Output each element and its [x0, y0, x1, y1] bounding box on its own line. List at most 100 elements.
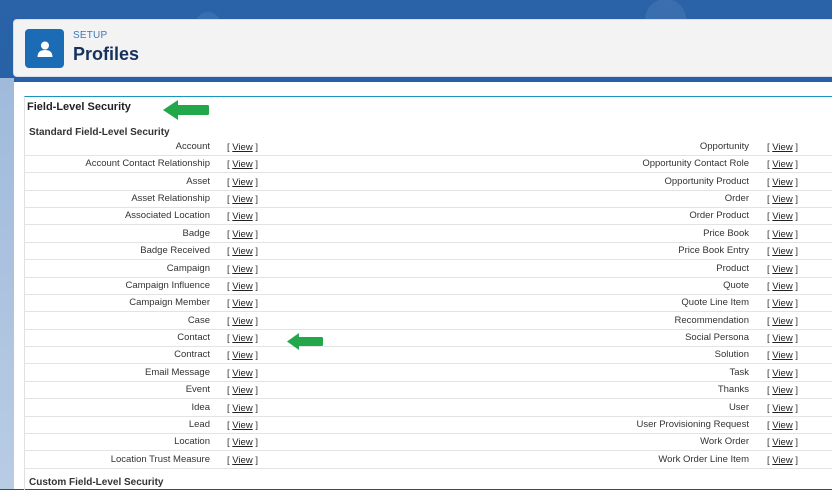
table-row: Badge [ View ] Price Book [ View ] [24, 226, 832, 243]
bracket-open: [ [227, 298, 230, 310]
left-view-link[interactable]: View [232, 264, 252, 275]
left-view-link[interactable]: View [232, 385, 252, 396]
right-view-link[interactable]: View [772, 177, 792, 188]
right-object-label: Task [729, 366, 749, 378]
left-object-label: Email Message [145, 366, 210, 378]
bracket-open: [ [767, 142, 770, 153]
left-view-cell: [ View ] [227, 281, 258, 292]
right-view-cell: [ View ] [767, 437, 798, 448]
page-title: Profiles [73, 44, 140, 64]
right-view-link[interactable]: View [772, 142, 792, 153]
bracket-close: ] [255, 228, 258, 240]
left-object-label: Campaign Member [129, 297, 210, 309]
left-view-cell: [ View ] [227, 142, 258, 153]
left-view-link[interactable]: View [232, 350, 252, 361]
right-view-link[interactable]: View [772, 159, 792, 170]
bracket-close: ] [795, 298, 798, 310]
table-row: Contract [ View ] Solution [ View ] [24, 347, 832, 365]
bracket-open: [ [767, 246, 770, 258]
table-row: Campaign Member [ View ] Quote Line Item [ … [24, 295, 832, 313]
bracket-open: [ [227, 142, 230, 153]
user-profile-icon [25, 29, 64, 68]
right-view-link[interactable]: View [772, 437, 792, 448]
left-object-label: Location Trust Measure [110, 453, 210, 465]
left-view-link[interactable]: View [232, 403, 252, 414]
custom-fls-title: Custom Field-Level Security [29, 477, 164, 488]
left-object-label: Campaign Influence [125, 279, 211, 291]
left-view-link[interactable]: View [232, 159, 252, 170]
right-view-link[interactable]: View [772, 385, 792, 396]
bracket-open: [ [227, 367, 230, 379]
right-view-cell: [ View ] [767, 316, 798, 327]
left-view-link[interactable]: View [232, 229, 252, 240]
left-view-link[interactable]: View [232, 368, 252, 379]
left-object-label: Badge [182, 227, 210, 239]
bracket-open: [ [227, 437, 230, 449]
bracket-close: ] [255, 454, 258, 466]
left-object-label: Contract [174, 349, 210, 361]
right-view-link[interactable]: View [772, 368, 792, 379]
right-view-link[interactable]: View [772, 264, 792, 275]
bracket-close: ] [795, 419, 798, 431]
right-view-link[interactable]: View [772, 403, 792, 414]
left-view-link[interactable]: View [232, 177, 252, 188]
left-object-label: Account [175, 141, 210, 152]
right-view-link[interactable]: View [772, 350, 792, 361]
right-object-label: Order [724, 193, 749, 205]
bracket-close: ] [795, 176, 798, 188]
left-view-cell: [ View ] [227, 229, 258, 240]
right-view-link[interactable]: View [772, 194, 792, 205]
right-view-link[interactable]: View [772, 281, 792, 292]
right-view-link[interactable]: View [772, 316, 792, 327]
left-view-link[interactable]: View [232, 194, 252, 205]
right-view-cell: [ View ] [767, 403, 798, 414]
right-object-label: User [728, 401, 749, 413]
right-view-cell: [ View ] [767, 455, 798, 466]
left-view-link[interactable]: View [232, 437, 252, 448]
right-object-label: Opportunity Product [664, 175, 750, 187]
right-view-link[interactable]: View [772, 298, 792, 309]
left-view-cell: [ View ] [227, 350, 258, 361]
right-view-cell: [ View ] [767, 142, 798, 153]
left-view-cell: [ View ] [227, 159, 258, 170]
bracket-close: ] [255, 176, 258, 188]
right-view-cell: [ View ] [767, 385, 798, 396]
left-view-link[interactable]: View [232, 333, 252, 344]
left-view-cell: [ View ] [227, 298, 258, 309]
bracket-open: [ [767, 419, 770, 431]
right-view-link[interactable]: View [772, 455, 792, 466]
left-view-link[interactable]: View [232, 298, 252, 309]
table-row: Account Contact Relationship [ View ] Oppo… [24, 156, 832, 174]
bracket-close: ] [255, 263, 258, 275]
breadcrumb[interactable]: SETUP [73, 30, 107, 41]
right-view-link[interactable]: View [772, 246, 792, 257]
bracket-close: ] [255, 437, 258, 449]
bracket-open: [ [227, 263, 230, 275]
bracket-close: ] [795, 454, 798, 466]
right-view-link[interactable]: View [772, 211, 792, 222]
table-row: Asset [ View ] Opportunity Product [ View ] [24, 174, 832, 191]
bracket-open: [ [227, 385, 230, 397]
left-view-link[interactable]: View [232, 455, 252, 466]
right-view-cell: [ View ] [767, 298, 798, 309]
bracket-open: [ [227, 176, 230, 188]
right-view-cell: [ View ] [767, 194, 798, 205]
bracket-open: [ [227, 211, 230, 223]
left-view-link[interactable]: View [232, 142, 252, 153]
right-view-link[interactable]: View [772, 333, 792, 344]
right-view-cell: [ View ] [767, 368, 798, 379]
left-view-link[interactable]: View [232, 211, 252, 222]
table-row: Email Message [ View ] Task [ View ] [24, 365, 832, 382]
right-view-link[interactable]: View [772, 229, 792, 240]
left-view-cell: [ View ] [227, 264, 258, 275]
right-view-link[interactable]: View [772, 420, 792, 431]
right-view-cell: [ View ] [767, 420, 798, 431]
left-view-link[interactable]: View [232, 246, 252, 257]
left-view-link[interactable]: View [232, 281, 252, 292]
left-view-link[interactable]: View [232, 316, 252, 327]
bracket-open: [ [227, 280, 230, 292]
left-view-link[interactable]: View [232, 420, 252, 431]
left-object-label: Event [185, 384, 210, 396]
right-object-label: Product [716, 262, 749, 274]
bracket-open: [ [227, 246, 230, 258]
